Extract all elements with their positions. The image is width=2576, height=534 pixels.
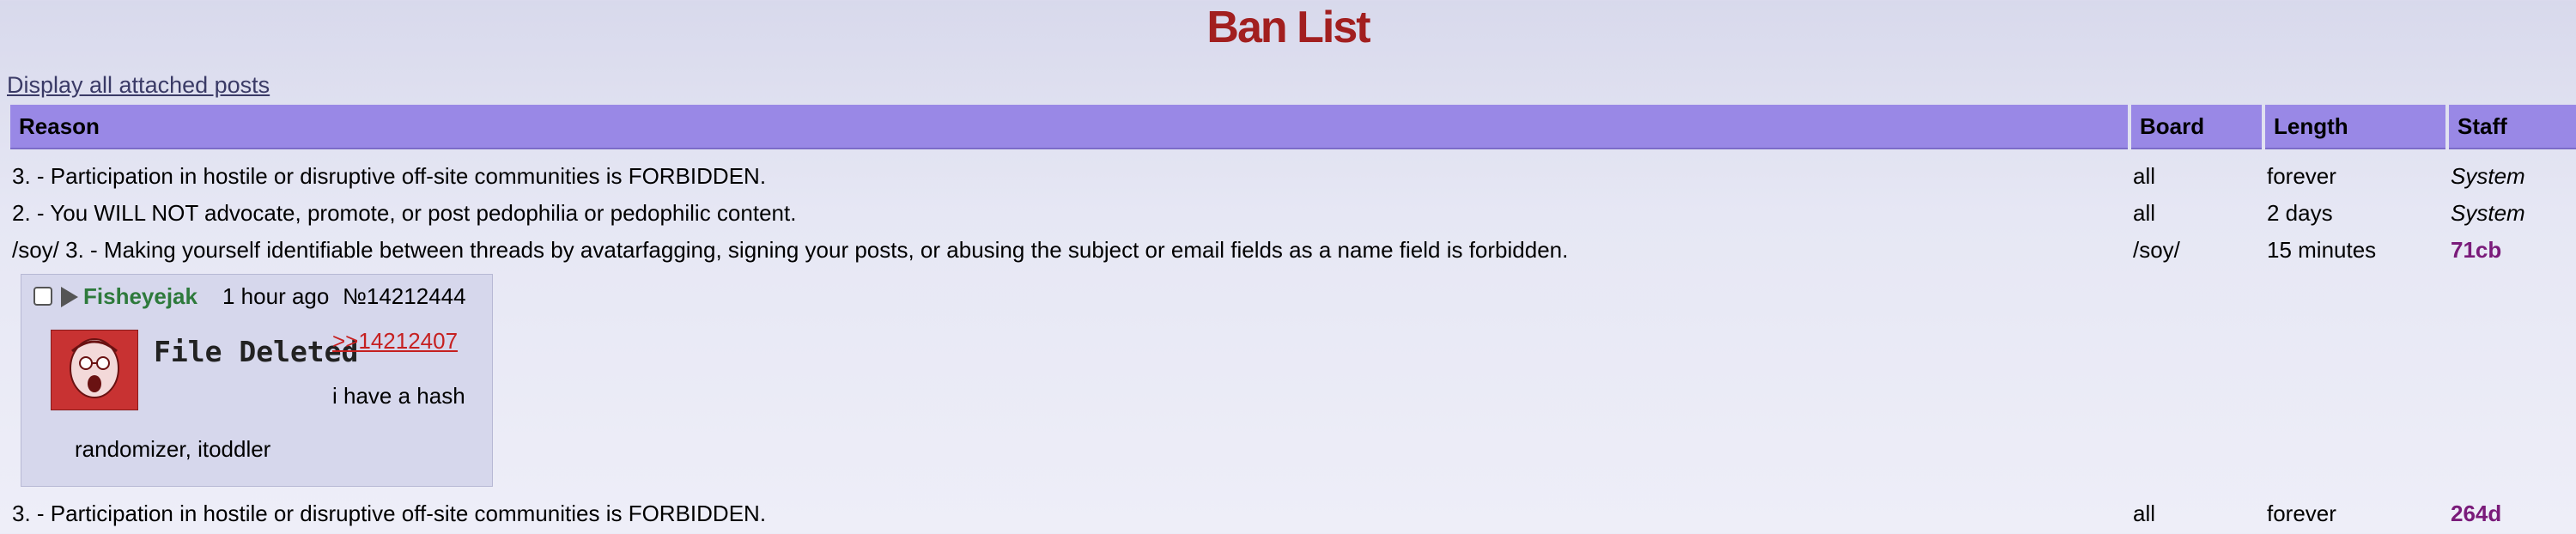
ban-board: all	[2133, 163, 2156, 189]
column-header-staff: Staff	[2449, 105, 2576, 149]
attached-post: Fisheyejak 1 hour ago №14212444 File Del…	[21, 274, 493, 487]
post-body: i have a hash	[332, 383, 465, 409]
ban-length: 15 minutes	[2267, 237, 2377, 263]
page-title: Ban List	[1206, 3, 1370, 52]
ban-length: forever	[2267, 163, 2336, 189]
column-header-reason: Reason	[10, 105, 2128, 149]
column-header-board: Board	[2131, 105, 2262, 149]
quote-link[interactable]: >>14212407	[332, 328, 461, 355]
ban-reason: 3. - Participation in hostile or disrupt…	[12, 163, 767, 189]
ban-staff: System	[2451, 200, 2525, 226]
post-body-continued: randomizer, itoddler	[75, 436, 271, 462]
ban-staff: 264d	[2451, 501, 2502, 526]
ban-reason: /soy/ 3. - Making yourself identifiable …	[12, 237, 1569, 263]
attached-post-row: Fisheyejak 1 hour ago №14212444 File Del…	[10, 269, 2576, 495]
ban-board: /soy/	[2133, 237, 2180, 263]
post-menu-arrow-icon[interactable]	[61, 287, 78, 307]
ban-reason: 3. - Participation in hostile or disrupt…	[12, 501, 767, 526]
table-row: 3. - Participation in hostile or disrupt…	[10, 495, 2576, 532]
ban-reason: 2. - You WILL NOT advocate, promote, or …	[12, 200, 797, 226]
file-deleted-label: File Deleted	[154, 335, 359, 368]
table-row: /soy/ 3. - Making yourself identifiable …	[10, 232, 2576, 269]
ban-length: 2 days	[2267, 200, 2333, 226]
ban-board: all	[2133, 200, 2156, 226]
ban-table-header: Reason Board Length Staff	[10, 105, 2576, 149]
poster-name: Fisheyejak	[83, 283, 197, 309]
column-header-length: Length	[2265, 105, 2445, 149]
ban-staff: 71cb	[2451, 237, 2502, 263]
ban-table: Reason Board Length Staff 3. - Participa…	[7, 105, 2576, 532]
file-deleted-thumbnail-icon	[51, 330, 138, 410]
ban-length: forever	[2267, 501, 2336, 526]
ban-board: all	[2133, 501, 2156, 526]
post-select-checkbox[interactable]	[33, 287, 52, 306]
post-time: 1 hour ago	[222, 283, 330, 309]
post-number[interactable]: №14212444	[343, 283, 466, 310]
ban-staff: System	[2451, 163, 2525, 189]
table-row: 2. - You WILL NOT advocate, promote, or …	[10, 195, 2576, 232]
table-row: 3. - Participation in hostile or disrupt…	[10, 158, 2576, 195]
display-attached-posts-link[interactable]: Display all attached posts	[7, 72, 270, 99]
